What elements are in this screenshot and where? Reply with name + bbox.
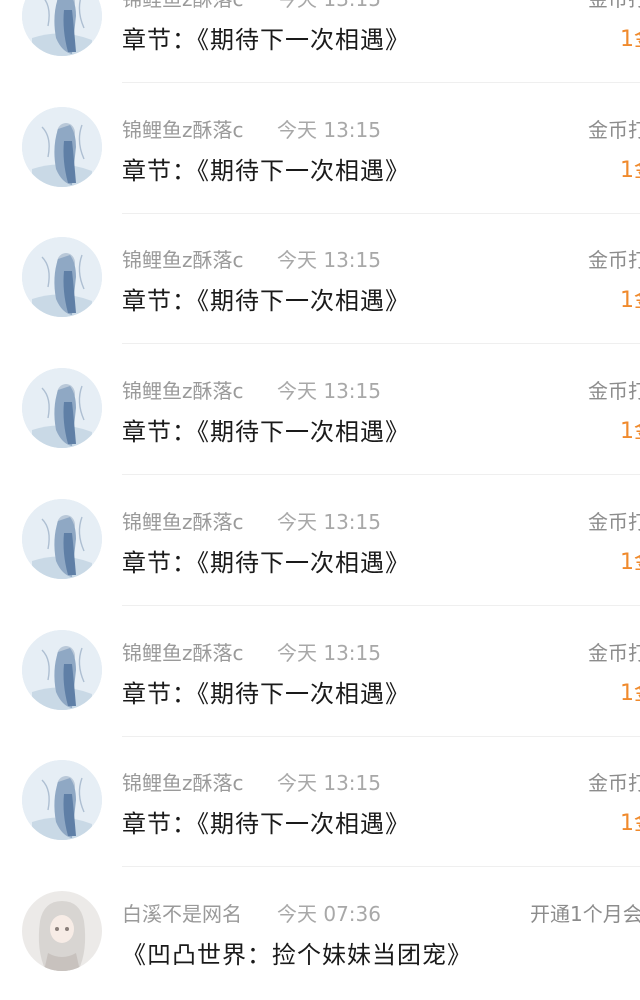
- list-item-1[interactable]: 锦鲤鱼z酥落c 今天 13:15 金币打 章节：《期待下一次相遇》 1金: [0, 0, 640, 85]
- user-name[interactable]: 锦鲤鱼z酥落c: [122, 506, 244, 535]
- reward-amount: 1金: [620, 419, 640, 444]
- reward-amount: 1金: [620, 27, 640, 52]
- anime-girl-blue-avatar-icon[interactable]: [22, 107, 102, 187]
- timestamp: 今天 13:15: [277, 510, 381, 534]
- user-name[interactable]: 锦鲤鱼z酥落c: [122, 114, 244, 143]
- timestamp: 今天 13:15: [277, 248, 381, 272]
- anime-girl-blue-icon: [22, 237, 102, 317]
- anime-girl-blue-avatar-icon[interactable]: [22, 499, 102, 579]
- gift-type-label: 金币打: [588, 248, 640, 272]
- anime-girl-blue-icon: [22, 760, 102, 840]
- user-name[interactable]: 锦鲤鱼z酥落c: [122, 375, 244, 404]
- list-item-3[interactable]: 锦鲤鱼z酥落c 今天 13:15 金币打 章节：《期待下一次相遇》 1金: [0, 216, 640, 346]
- list-item-2[interactable]: 锦鲤鱼z酥落c 今天 13:15 金币打 章节：《期待下一次相遇》 1金: [0, 86, 640, 216]
- gift-type-label: 金币打: [588, 118, 640, 142]
- list-item-7[interactable]: 锦鲤鱼z酥落c 今天 13:15 金币打 章节：《期待下一次相遇》 1金: [0, 739, 640, 869]
- chapter-text: 《凹凸世界：捡个妹妹当团宠》: [122, 941, 472, 969]
- anime-girl-blue-avatar-icon[interactable]: [22, 0, 102, 56]
- anime-girl-blue-avatar-icon[interactable]: [22, 237, 102, 317]
- chapter-text: 章节：《期待下一次相遇》: [122, 157, 410, 185]
- user-name[interactable]: 锦鲤鱼z酥落c: [122, 637, 244, 666]
- divider: [122, 474, 640, 475]
- timestamp: 今天 13:15: [277, 641, 381, 665]
- timestamp: 今天 13:15: [277, 0, 381, 12]
- list-item-4[interactable]: 锦鲤鱼z酥落c 今天 13:15 金币打 章节：《期待下一次相遇》 1金: [0, 347, 640, 477]
- reward-feed: 锦鲤鱼z酥落c 今天 13:15 金币打 章节：《期待下一次相遇》 1金 锦鲤鱼…: [0, 0, 640, 971]
- divider: [122, 605, 640, 606]
- anime-girl-blue-icon: [22, 107, 102, 187]
- divider: [122, 82, 640, 83]
- chapter-text: 章节：《期待下一次相遇》: [122, 287, 410, 315]
- gift-type-label: 金币打: [588, 771, 640, 795]
- anime-girl-blue-icon: [22, 0, 102, 56]
- reward-amount: 1金: [620, 158, 640, 183]
- divider: [122, 866, 640, 867]
- list-item-5[interactable]: 锦鲤鱼z酥落c 今天 13:15 金币打 章节：《期待下一次相遇》 1金: [0, 478, 640, 608]
- reward-amount: 1金: [620, 288, 640, 313]
- chapter-text: 章节：《期待下一次相遇》: [122, 810, 410, 838]
- reward-amount: 1金: [620, 811, 640, 836]
- reward-amount: 1金: [620, 550, 640, 575]
- anime-girl-blue-icon: [22, 630, 102, 710]
- anime-girl-blue-icon: [22, 499, 102, 579]
- anime-girl-blue-avatar-icon[interactable]: [22, 760, 102, 840]
- user-name[interactable]: 白溪不是网名: [122, 898, 242, 927]
- anime-girl-white-icon: [22, 891, 102, 971]
- gift-type-label: 开通1个月会: [530, 902, 640, 926]
- chapter-text: 章节：《期待下一次相遇》: [122, 549, 410, 577]
- gift-type-label: 金币打: [588, 379, 640, 403]
- anime-girl-blue-avatar-icon[interactable]: [22, 368, 102, 448]
- gift-type-label: 金币打: [588, 641, 640, 665]
- chapter-text: 章节：《期待下一次相遇》: [122, 418, 410, 446]
- reward-amount: 1金: [620, 681, 640, 706]
- divider: [122, 343, 640, 344]
- gift-type-label: 金币打: [588, 510, 640, 534]
- gift-type-label: 金币打: [588, 0, 640, 12]
- anime-girl-blue-icon: [22, 368, 102, 448]
- user-name[interactable]: 锦鲤鱼z酥落c: [122, 767, 244, 796]
- timestamp: 今天 07:36: [277, 902, 381, 926]
- list-item-8[interactable]: 白溪不是网名 今天 07:36 开通1个月会 《凹凸世界：捡个妹妹当团宠》: [0, 870, 640, 1000]
- chapter-text: 章节：《期待下一次相遇》: [122, 26, 410, 54]
- timestamp: 今天 13:15: [277, 379, 381, 403]
- divider: [122, 213, 640, 214]
- user-name[interactable]: 锦鲤鱼z酥落c: [122, 0, 244, 12]
- anime-girl-white-avatar-icon[interactable]: [22, 891, 102, 971]
- list-item-6[interactable]: 锦鲤鱼z酥落c 今天 13:15 金币打 章节：《期待下一次相遇》 1金: [0, 609, 640, 739]
- timestamp: 今天 13:15: [277, 118, 381, 142]
- user-name[interactable]: 锦鲤鱼z酥落c: [122, 244, 244, 273]
- chapter-text: 章节：《期待下一次相遇》: [122, 680, 410, 708]
- divider: [122, 736, 640, 737]
- anime-girl-blue-avatar-icon[interactable]: [22, 630, 102, 710]
- timestamp: 今天 13:15: [277, 771, 381, 795]
